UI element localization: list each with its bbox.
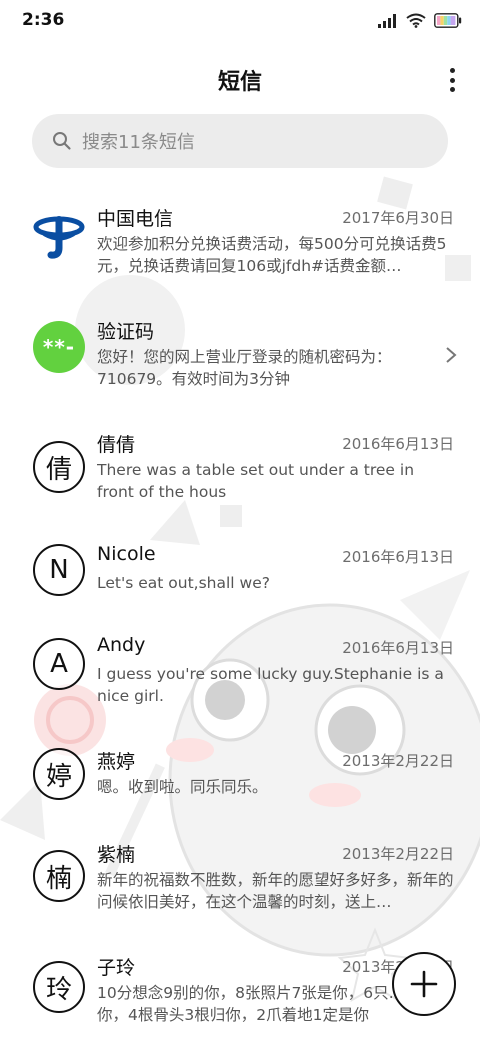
conversation-preview: 新年的祝福数不胜数，新年的愿望好多好多，新年的问候依旧美好，在这个温馨的时刻，送… [97,871,454,911]
conversation-preview: There was a table set out under a tree i… [97,461,415,501]
conversation-preview: 您好！您的网上营业厅登录的随机密码为：710679。有效时间为3分钟 [97,348,392,388]
conversation-item[interactable]: 倩 倩倩 2016年6月13日 There was a table set ou… [0,416,480,528]
search-bar[interactable]: 搜索11条短信 [32,114,448,168]
conversation-preview: Let's eat out,shall we? [97,574,270,592]
conversation-date: 2017年6月30日 [342,209,454,227]
plus-icon [410,970,438,998]
conversation-item[interactable]: 楠 紫楠 2013年2月22日 新年的祝福数不胜数，新年的愿望好多好多，新年的问… [0,826,480,938]
avatar: 玲 [33,961,85,1013]
conversation-name: Andy [97,634,146,656]
avatar: 婷 [33,748,85,800]
conversation-preview: 欢迎参加积分兑换话费活动，每500分可兑换话费5元，兑换话费请回复106或jfd… [97,235,447,275]
more-options-button[interactable] [446,68,458,92]
avatar: N [33,544,85,596]
conversation-item[interactable]: 中国电信 2017年6月30日 欢迎参加积分兑换话费活动，每500分可兑换话费5… [0,190,480,302]
app-bar: 短信 [0,52,480,106]
avatar: A [33,638,85,690]
avatar: **- [33,321,85,373]
messages-screen: 2:36 短信 搜索11条短信 中国电信 2017年6月30日 欢迎参加积分兑换… [0,0,480,1040]
more-vertical-icon [449,68,455,73]
conversation-preview: I guess you're some lucky guy.Stephanie … [97,665,444,705]
conversation-name: Nicole [97,543,156,565]
avatar: 倩 [33,441,85,493]
conversation-item[interactable]: **- 验证码 您好！您的网上营业厅登录的随机密码为：710679。有效时间为3… [0,303,480,415]
conversation-date: 2016年6月13日 [342,435,454,453]
wifi-icon [406,13,426,28]
more-vertical-icon-dot [449,77,455,83]
conversation-name: 子玲 [97,957,136,979]
signal-icon [378,13,396,28]
search-placeholder: 搜索11条短信 [82,132,195,153]
conversation-name: 紫楠 [97,844,136,866]
chevron-right-icon [446,347,457,363]
conversation-name: 倩倩 [97,434,136,456]
status-bar: 2:36 [0,0,480,44]
page-title: 短信 [217,70,262,95]
china-telecom-icon [33,216,85,259]
conversation-date: 2016年6月13日 [342,639,454,657]
conversation-date: 2016年6月13日 [342,548,454,566]
conversation-preview: 嗯。收到啦。同乐同乐。 [97,778,268,796]
status-icons [378,13,462,28]
more-vertical-icon-dot [449,87,455,92]
conversation-date: 2013年2月22日 [342,845,454,863]
status-time: 2:36 [22,10,65,30]
compose-button[interactable] [392,952,456,1016]
avatar: 楠 [33,850,85,902]
conversation-date: 2013年2月22日 [342,752,454,770]
conversation-item[interactable]: A Andy 2016年6月13日 I guess you're some lu… [0,620,480,732]
conversation-name: 验证码 [97,321,155,343]
conversation-name: 中国电信 [97,208,174,230]
china-telecom-logo [33,208,85,260]
conversation-name: 燕婷 [97,751,136,773]
battery-icon [434,13,462,28]
search-icon [53,132,71,150]
